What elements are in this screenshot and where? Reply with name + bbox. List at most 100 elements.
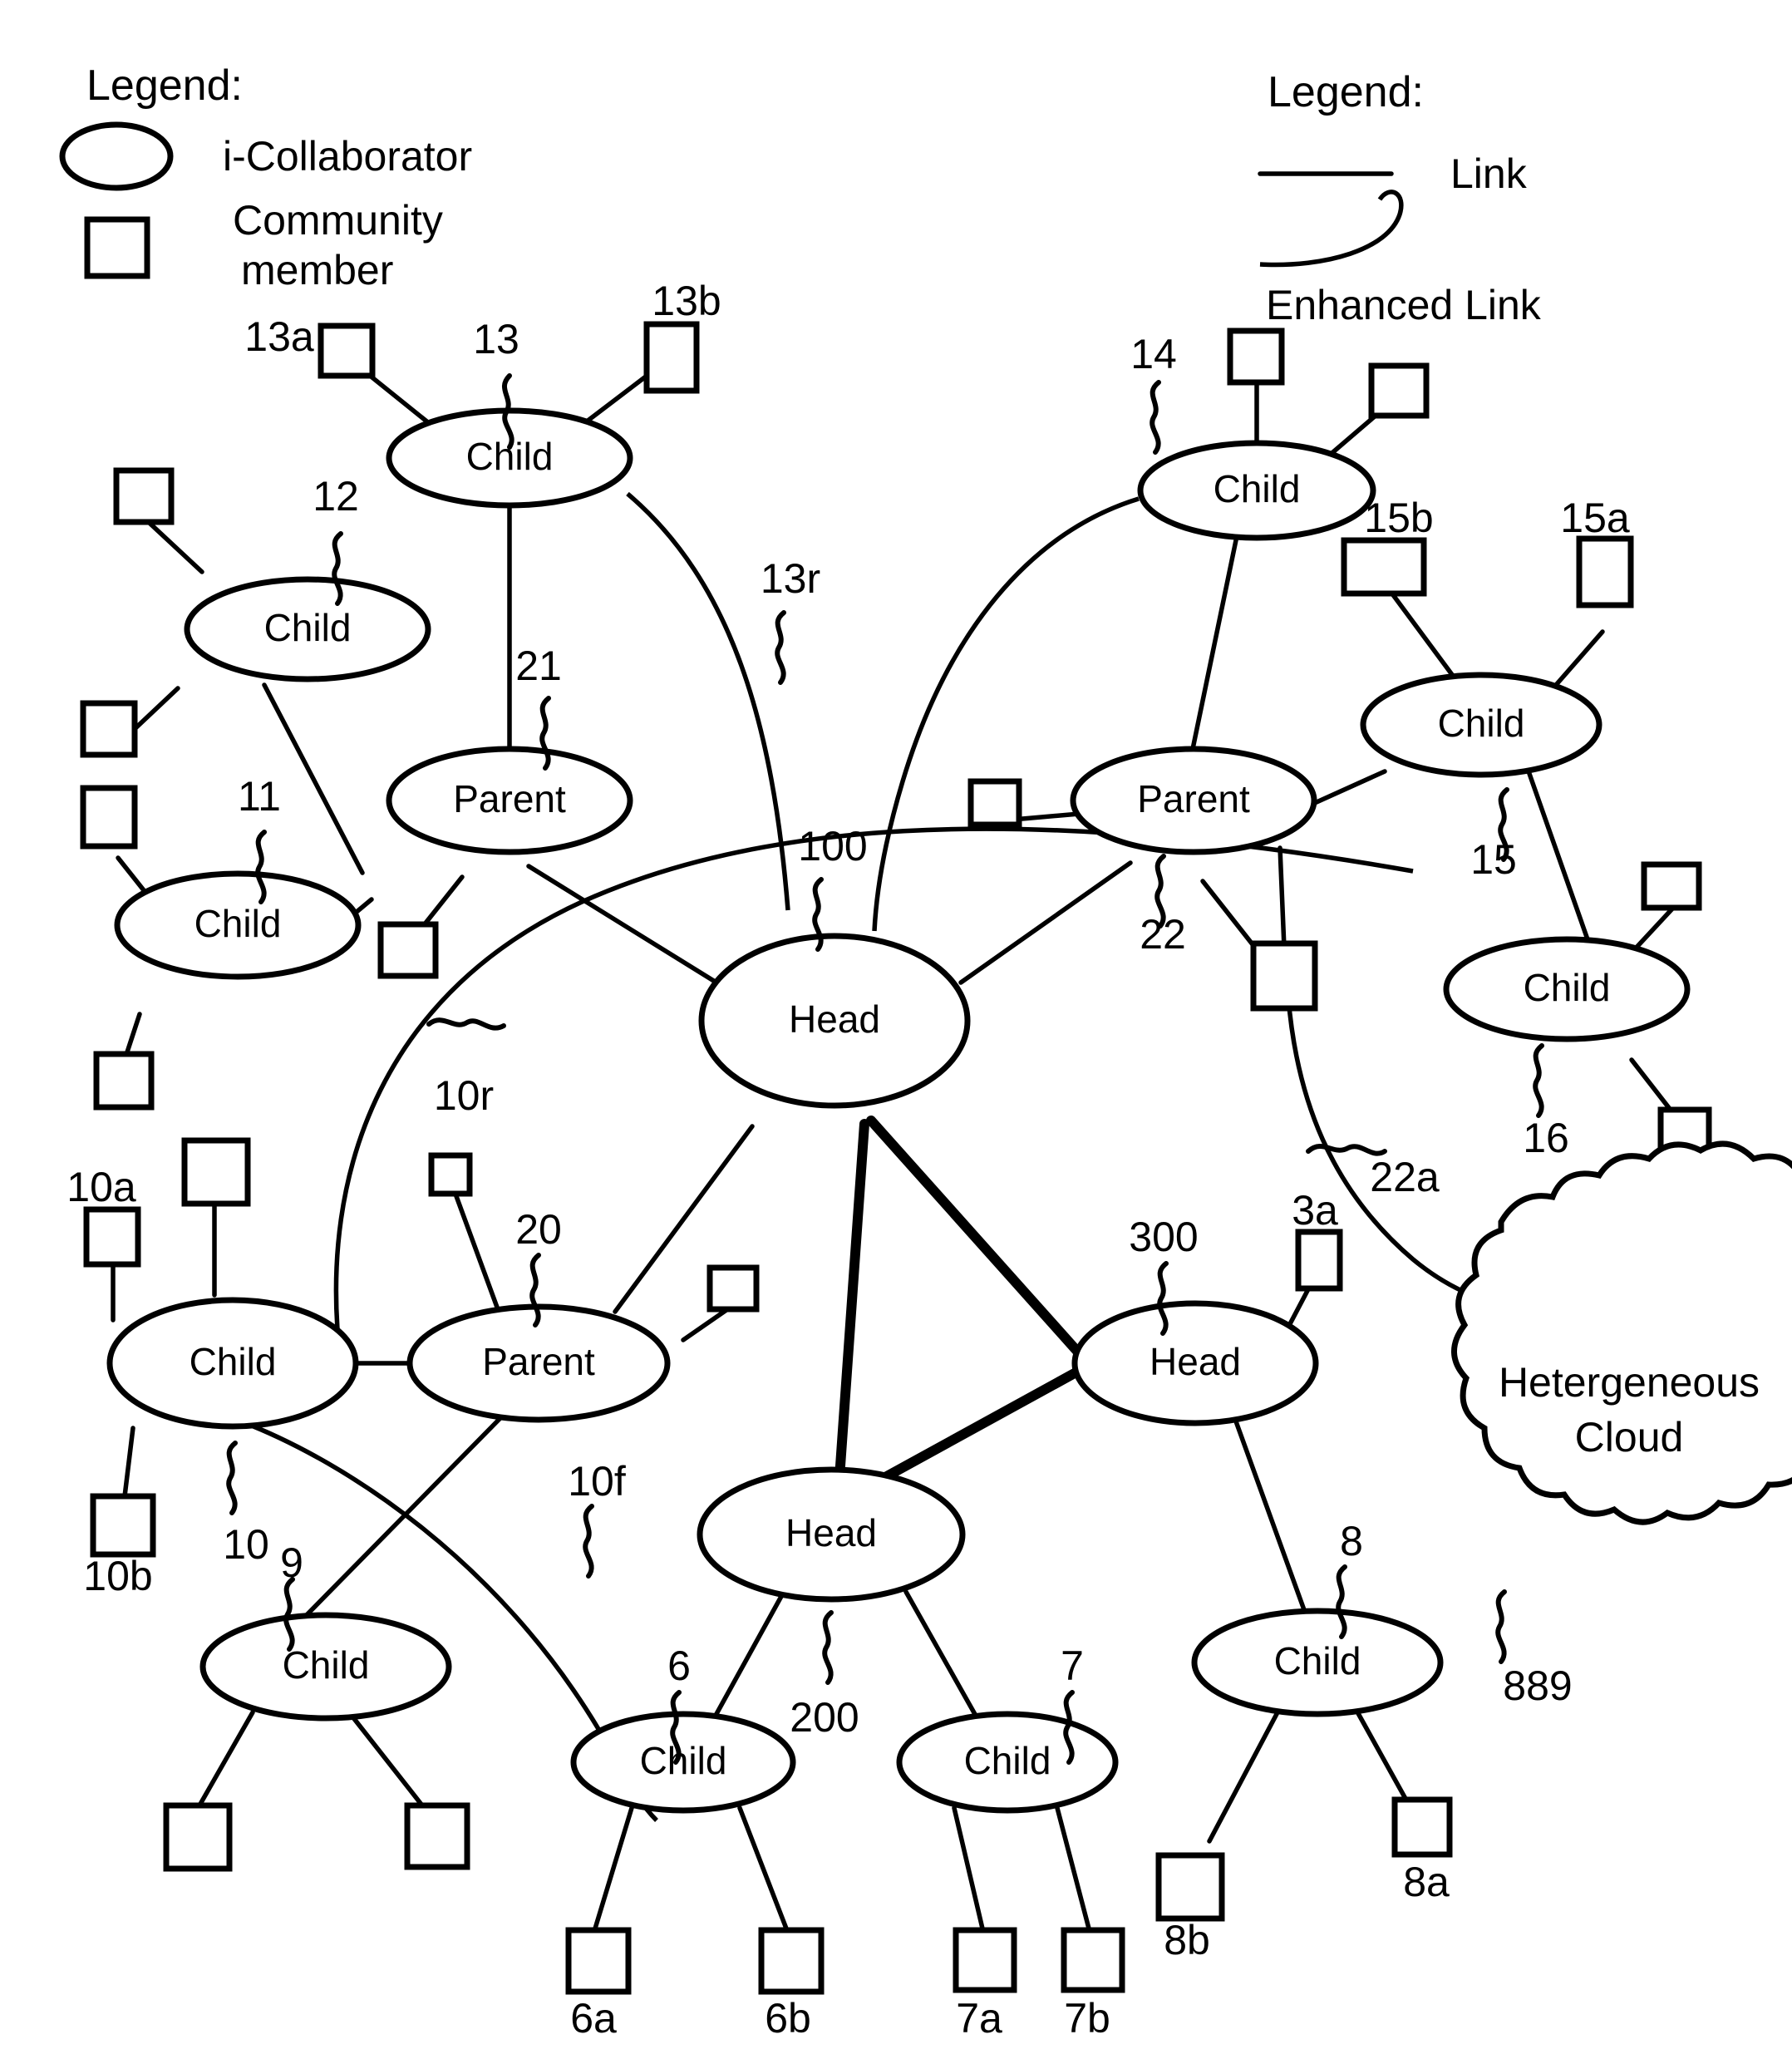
cloud-shape bbox=[1451, 1140, 1792, 1525]
member-child14-top[interactable] bbox=[1227, 328, 1285, 386]
legend-right-item-1-label: Enhanced Link bbox=[1266, 282, 1542, 328]
member-parent20-right[interactable] bbox=[706, 1264, 760, 1313]
node-head-100-label: Head bbox=[789, 997, 880, 1041]
ref-16: 16 bbox=[1523, 1115, 1569, 1161]
member-13b[interactable] bbox=[643, 321, 700, 394]
member-3a[interactable] bbox=[1295, 1229, 1343, 1292]
node-child-13[interactable]: Child bbox=[386, 407, 633, 509]
node-child-14-label: Child bbox=[1214, 467, 1301, 510]
member-10a[interactable] bbox=[83, 1206, 141, 1268]
node-head-300[interactable]: Head bbox=[1071, 1300, 1319, 1426]
node-child-9[interactable]: Child bbox=[199, 1612, 452, 1722]
member-parent20-top[interactable] bbox=[428, 1152, 473, 1197]
node-cloud[interactable]: Hetergeneous Cloud bbox=[1451, 1140, 1792, 1525]
link-child6-to-6b bbox=[737, 1805, 789, 1931]
link-child7-to-7a bbox=[952, 1805, 985, 1931]
ref-12: 12 bbox=[313, 473, 359, 520]
member-child16-top[interactable] bbox=[1641, 861, 1702, 911]
node-parent-21-label: Parent bbox=[453, 777, 566, 820]
member-7a[interactable] bbox=[953, 1927, 1017, 1993]
member-8a[interactable] bbox=[1391, 1796, 1453, 1858]
leader-10f bbox=[583, 1504, 594, 1579]
node-child-12[interactable]: Child bbox=[184, 576, 431, 682]
leader-13r bbox=[775, 610, 786, 685]
link-child6-to-6a bbox=[593, 1805, 634, 1931]
member-parent22-lower[interactable] bbox=[1250, 940, 1318, 1012]
legend-right: Legend: Link Enhanced Link bbox=[1258, 68, 1542, 328]
ref-15b: 15b bbox=[1364, 495, 1433, 541]
member-7b[interactable] bbox=[1061, 1927, 1125, 1993]
member-child12-bottom[interactable] bbox=[80, 700, 138, 758]
node-child-11[interactable]: Child bbox=[114, 870, 362, 980]
leader-10r bbox=[426, 1017, 506, 1031]
node-child-16[interactable]: Child bbox=[1443, 936, 1691, 1042]
node-cloud-label-line2: Cloud bbox=[1575, 1414, 1684, 1460]
ref-300: 300 bbox=[1129, 1214, 1198, 1260]
link-head300-to-child8 bbox=[1233, 1419, 1309, 1619]
link-child10-to-10b bbox=[122, 1426, 135, 1499]
leader-200 bbox=[822, 1610, 834, 1685]
link-head100-to-head200 bbox=[833, 1119, 869, 1506]
member-15a[interactable] bbox=[1576, 535, 1634, 608]
node-head-200-label: Head bbox=[785, 1511, 877, 1554]
legend-left-title: Legend: bbox=[86, 62, 243, 110]
ref-13b: 13b bbox=[652, 278, 721, 324]
node-head-200[interactable]: Head bbox=[697, 1466, 966, 1603]
link-head200-to-child6 bbox=[706, 1589, 786, 1731]
leader-14 bbox=[1150, 380, 1161, 455]
ref-10f: 10f bbox=[568, 1458, 626, 1505]
ref-22a: 22a bbox=[1370, 1154, 1440, 1200]
link-parent22-to-member22sq bbox=[1200, 879, 1258, 950]
member-10b[interactable] bbox=[90, 1493, 156, 1558]
node-child-15-label: Child bbox=[1438, 702, 1525, 745]
ref-10a: 10a bbox=[66, 1164, 136, 1210]
ref-13a: 13a bbox=[244, 313, 314, 360]
member-13a[interactable] bbox=[318, 323, 376, 379]
node-child-6[interactable]: Child bbox=[570, 1711, 796, 1814]
legend-ellipse-icon bbox=[59, 121, 174, 191]
legend-left: Legend: i-Collaborator Community member bbox=[59, 62, 472, 293]
ref-100: 100 bbox=[798, 823, 867, 869]
ref-6a: 6a bbox=[570, 1995, 617, 2042]
link-parent22-to-member22sq-b bbox=[1278, 845, 1287, 950]
node-child-7-label: Child bbox=[964, 1739, 1051, 1782]
link-child9-to-member-right bbox=[347, 1710, 425, 1808]
link-child8-to-8a bbox=[1348, 1697, 1415, 1815]
link-child7-to-7b bbox=[1055, 1805, 1091, 1931]
node-child-8[interactable]: Child bbox=[1191, 1608, 1444, 1717]
member-parent22-left[interactable] bbox=[967, 778, 1022, 828]
member-child14-right[interactable] bbox=[1368, 362, 1430, 419]
ref-889: 889 bbox=[1503, 1662, 1572, 1709]
ref-20: 20 bbox=[515, 1206, 562, 1253]
link-head100-to-head300 bbox=[866, 1116, 1086, 1360]
node-child-10[interactable]: Child bbox=[106, 1297, 359, 1430]
node-parent-21[interactable]: Parent bbox=[386, 746, 633, 855]
ref-14: 14 bbox=[1130, 331, 1177, 377]
node-child-11-label: Child bbox=[194, 902, 282, 945]
member-child9-right[interactable] bbox=[404, 1802, 470, 1870]
node-child-16-label: Child bbox=[1524, 966, 1611, 1009]
member-6a[interactable] bbox=[565, 1927, 632, 1995]
member-parent21[interactable] bbox=[377, 921, 439, 979]
node-child-15[interactable]: Child bbox=[1360, 672, 1602, 778]
node-parent-22[interactable]: Parent bbox=[1070, 746, 1317, 855]
node-child-7[interactable]: Child bbox=[896, 1711, 1119, 1814]
ref-3a: 3a bbox=[1292, 1187, 1338, 1234]
member-child12-top[interactable] bbox=[113, 467, 175, 525]
leader-10 bbox=[226, 1441, 238, 1515]
member-child9-left[interactable] bbox=[163, 1802, 233, 1872]
member-child11-top[interactable] bbox=[80, 785, 138, 850]
node-child-12-label: Child bbox=[264, 606, 352, 649]
ref-11: 11 bbox=[238, 773, 281, 820]
member-6b[interactable] bbox=[758, 1927, 825, 1995]
member-15b[interactable] bbox=[1341, 537, 1427, 597]
legend-enhanced-link-icon bbox=[1259, 190, 1404, 268]
node-child-14[interactable]: Child bbox=[1137, 440, 1376, 541]
node-head-100[interactable]: Head bbox=[698, 933, 971, 1109]
ref-6b: 6b bbox=[765, 1995, 811, 2042]
member-8b[interactable] bbox=[1155, 1852, 1225, 1922]
member-child11-bottom[interactable] bbox=[93, 1051, 155, 1111]
member-child10-top[interactable] bbox=[181, 1137, 251, 1207]
ref-10: 10 bbox=[223, 1521, 269, 1568]
ref-13: 13 bbox=[473, 316, 519, 362]
